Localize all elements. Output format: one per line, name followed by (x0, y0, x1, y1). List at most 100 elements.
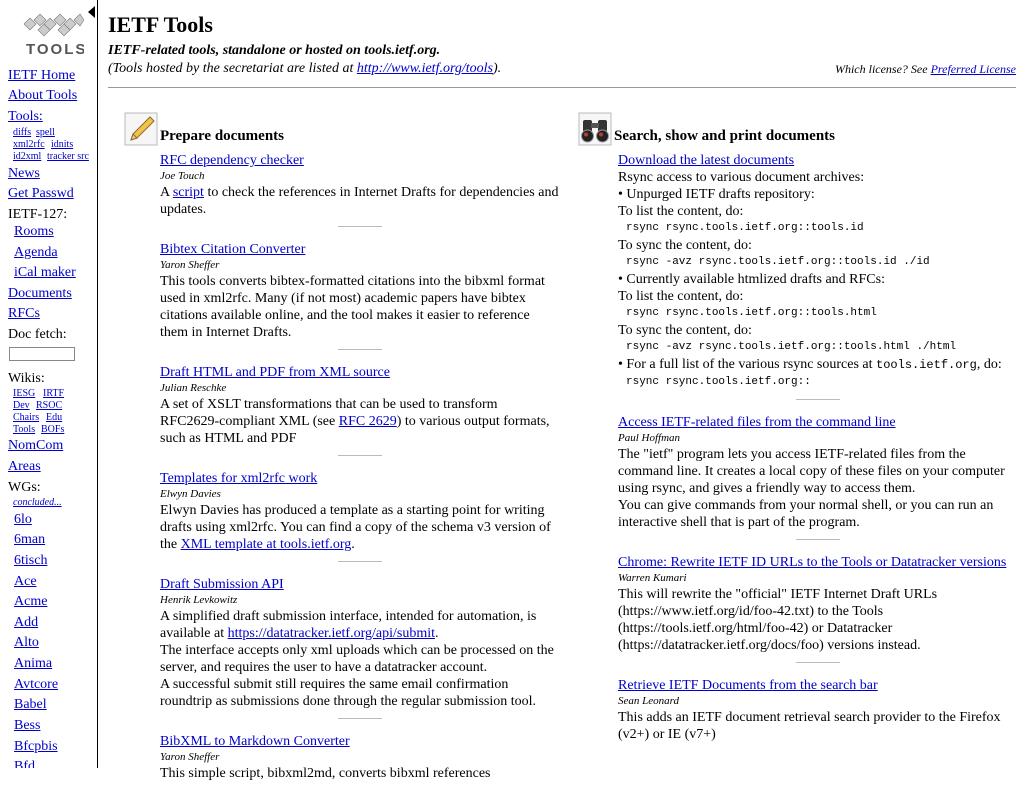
ietf-cli-link[interactable]: Access IETF-related files from the comma… (618, 415, 896, 430)
sidebar-tool-id2xml[interactable]: id2xml (13, 151, 41, 163)
rsync-command-sources: rsync rsync.tools.ietf.org:: (626, 376, 811, 388)
inline-code: tools.ietf.org (876, 358, 977, 372)
sidebar-wg-anima[interactable]: Anima (14, 655, 52, 673)
bibtex-converter-link[interactable]: Bibtex Citation Converter (160, 241, 305, 258)
sidebar-wg-alto[interactable]: Alto (14, 634, 39, 652)
rsync-entry: Download the latest documents Rsync acce… (618, 152, 1018, 400)
sidebar-rfcs-link[interactable]: RFCs (8, 305, 40, 323)
entry-divider (338, 718, 382, 719)
entry-divider (796, 539, 840, 540)
tool-description: Elwyn Davies has produced a template as … (160, 502, 560, 553)
collapse-sidebar-arrow-icon[interactable] (88, 6, 95, 18)
sidebar-wg-add[interactable]: Add (14, 614, 38, 632)
sidebar-wg-acme[interactable]: Acme (14, 593, 47, 611)
search-bar-retrieve-link[interactable]: Retrieve IETF Documents from the search … (618, 678, 878, 693)
sidebar-wg-bess[interactable]: Bess (14, 717, 40, 735)
draft-html-pdf-link[interactable]: Draft HTML and PDF from XML source (160, 364, 390, 381)
secretariat-tools-link[interactable]: http://www.ietf.org/tools (357, 61, 493, 76)
download-latest-documents-link[interactable]: Download the latest documents (618, 153, 794, 168)
rsync-sync-label: To sync the content, do: (618, 323, 752, 338)
entry-divider (338, 349, 382, 350)
tool-author: Warren Kumari (618, 572, 687, 584)
submit-api-url-link[interactable]: https://datatracker.ietf.org/api/submit (228, 626, 435, 641)
sidebar-wiki-edu[interactable]: Edu (46, 412, 62, 424)
draft-submission-api-link[interactable]: Draft Submission API (160, 576, 284, 593)
sidebar-doc-fetch-label: Doc fetch: (8, 327, 67, 342)
sidebar-wg-ace[interactable]: Ace (14, 573, 37, 591)
tool-description: This adds an IETF document retrieval sea… (618, 710, 1001, 742)
sidebar-wg-6tisch[interactable]: 6tisch (14, 552, 47, 570)
tool-entry-search-bar: Retrieve IETF Documents from the search … (618, 677, 1018, 743)
sidebar-concluded-link[interactable]: concluded... (13, 497, 62, 509)
sidebar-news-link[interactable]: News (8, 165, 40, 183)
chrome-rewrite-link[interactable]: Chrome: Rewrite IETF ID URLs to the Tool… (618, 555, 1006, 570)
tool-entry-bibxml2md: BibXML to Markdown Converter Yaron Sheff… (160, 733, 560, 782)
xml-template-link[interactable]: XML template at tools.ietf.org (181, 537, 352, 552)
rsync-htmlized-label: • Currently available htmlized drafts an… (618, 272, 885, 287)
entry-divider (338, 455, 382, 456)
search-documents-list: Download the latest documents Rsync acce… (618, 152, 1018, 757)
sidebar-areas-link[interactable]: Areas (8, 458, 41, 476)
desc-text: . (435, 626, 439, 641)
tool-description: A script to check the references in Inte… (160, 184, 560, 218)
rsync-command-sync-html: rsync -avz rsync.tools.ietf.org::tools.h… (626, 341, 957, 353)
sidebar-documents-link[interactable]: Documents (8, 285, 72, 303)
sidebar-wg-bfcpbis[interactable]: Bfcpbis (14, 738, 58, 756)
rsync-intro: Rsync access to various document archive… (618, 170, 865, 185)
sidebar-wiki-bofs[interactable]: BOFs (41, 424, 64, 436)
tool-author: Julian Reschke (160, 382, 227, 394)
sidebar-wiki-rsoc[interactable]: RSOC (36, 400, 62, 412)
sidebar-wiki-iesg[interactable]: IESG (13, 388, 35, 400)
desc-text: • For a full list of the various rsync s… (618, 357, 877, 372)
sidebar-about-tools-link[interactable]: About Tools (8, 87, 77, 105)
sidebar-wg-bfd[interactable]: Bfd (14, 758, 35, 768)
sidebar-wg-6man[interactable]: 6man (14, 531, 45, 549)
sidebar-wg-6lo[interactable]: 6lo (14, 511, 32, 529)
sidebar-wg-avtcore[interactable]: Avtcore (14, 676, 58, 694)
preferred-license-link[interactable]: Preferred License (931, 62, 1016, 76)
sidebar-tool-idnits[interactable]: idnits (51, 139, 73, 151)
sidebar: TOOLS IETF Home About Tools Tools: diffs… (0, 0, 98, 768)
tool-entry-templates: Templates for xml2rfc work Elwyn Davies … (160, 470, 560, 562)
tool-description: The "ietf" program lets you access IETF-… (618, 447, 1005, 496)
tool-author: Henrik Levkowitz (160, 594, 238, 606)
rfc2629-link[interactable]: RFC 2629 (339, 414, 397, 429)
tool-description: A set of XSLT transformations that can b… (160, 396, 560, 447)
bibxml-markdown-link[interactable]: BibXML to Markdown Converter (160, 733, 350, 750)
desc-text: The interface accepts only xml uploads w… (160, 643, 554, 675)
pencil-document-icon (124, 112, 158, 146)
ietf-tools-logo[interactable]: TOOLS (18, 10, 84, 60)
xml2rfc-templates-link[interactable]: Templates for xml2rfc work (160, 470, 317, 487)
page-subtitle: IETF-related tools, standalone or hosted… (108, 43, 441, 58)
script-link[interactable]: script (173, 185, 204, 200)
sidebar-ical-maker-link[interactable]: iCal maker (14, 264, 76, 282)
license-note: Which license? See Preferred License (835, 62, 1016, 77)
sidebar-wiki-chairs[interactable]: Chairs (13, 412, 39, 424)
rsync-full-list-label: • For a full list of the various rsync s… (618, 356, 1018, 374)
sidebar-nomcom-link[interactable]: NomCom (8, 437, 63, 455)
sidebar-get-passwd-link[interactable]: Get Passwd (8, 185, 74, 203)
sidebar-wiki-irtf[interactable]: IRTF (43, 388, 64, 400)
sidebar-agenda-link[interactable]: Agenda (14, 244, 58, 262)
sidebar-tool-diffs[interactable]: diffs (13, 127, 31, 139)
rsync-unpurged-label: • Unpurged IETF drafts repository: (618, 187, 815, 202)
sidebar-tools-link[interactable]: Tools: (8, 108, 43, 126)
rsync-sync-label: To sync the content, do: (618, 238, 752, 253)
doc-fetch-input[interactable] (9, 347, 75, 361)
sidebar-tool-xml2rfc[interactable]: xml2rfc (13, 139, 45, 151)
sidebar-tool-tracker-src[interactable]: tracker src (47, 151, 89, 163)
license-note-prefix: Which license? See (834, 62, 931, 76)
tool-author: Sean Leonard (618, 695, 680, 707)
tool-description: This will rewrite the "official" IETF In… (618, 587, 938, 653)
tool-author: Elwyn Davies (160, 488, 221, 500)
sidebar-tool-spell[interactable]: spell (36, 127, 55, 139)
rsync-list-label: To list the content, do: (618, 204, 744, 219)
sidebar-wg-babel[interactable]: Babel (14, 696, 47, 714)
desc-text: , do: (976, 357, 1002, 372)
sidebar-wiki-dev[interactable]: Dev (13, 400, 30, 412)
rfc-dependency-checker-link[interactable]: RFC dependency checker (160, 152, 304, 169)
sidebar-rooms-link[interactable]: Rooms (14, 223, 54, 241)
sidebar-ietf-home-link[interactable]: IETF Home (8, 67, 75, 85)
sidebar-wiki-tools[interactable]: Tools (13, 424, 35, 436)
entry-divider (338, 226, 382, 227)
